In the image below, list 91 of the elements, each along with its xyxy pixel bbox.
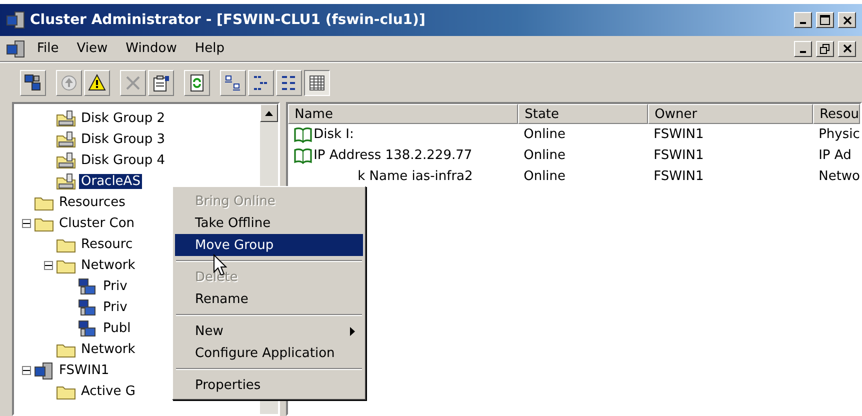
server-icon — [6, 11, 26, 29]
refresh-icon — [188, 74, 206, 92]
maximize-icon — [820, 15, 830, 25]
folder-drive-icon — [56, 131, 76, 148]
table-cell: Disk I: — [314, 127, 354, 142]
context-menu-item[interactable]: Properties — [175, 374, 363, 396]
servers-icon — [24, 74, 42, 92]
table-cell: IP Ad — [818, 148, 852, 163]
submenu-arrow-icon — [350, 326, 355, 336]
computers-icon — [78, 320, 98, 338]
tree-item[interactable]: OracleAS — [79, 174, 142, 189]
tree-item[interactable]: Disk Group 3 — [79, 132, 168, 147]
column-header[interactable]: Resou — [812, 104, 860, 124]
folder-icon — [34, 194, 54, 210]
properties-icon — [152, 74, 170, 92]
details-icon — [308, 74, 326, 92]
minimize-icon — [800, 22, 806, 24]
minimize-button[interactable] — [794, 40, 812, 56]
close-button[interactable] — [838, 40, 856, 56]
tree-item[interactable]: Resourc — [79, 237, 135, 252]
minus-icon — [23, 367, 30, 374]
menu-item[interactable]: View — [70, 39, 115, 58]
collapse-toggle[interactable] — [22, 366, 31, 375]
collapse-toggle[interactable] — [44, 261, 53, 270]
table-cell: Physic — [818, 127, 860, 142]
server-icon — [6, 40, 26, 58]
up-triangle-icon — [264, 110, 273, 116]
menu-item[interactable]: Help — [188, 39, 232, 58]
window-title: Cluster Administrator - [FSWIN-CLU1 (fswin-clu1)] — [30, 12, 426, 28]
folder-drive-icon — [56, 152, 76, 169]
computers-icon — [78, 278, 98, 296]
tree-item[interactable]: Priv — [101, 279, 130, 294]
tree-item[interactable]: Network — [79, 258, 138, 273]
menu-item[interactable]: Window — [118, 39, 184, 58]
restore-icon — [820, 44, 830, 54]
folder-drive-icon — [56, 110, 76, 127]
tree-item[interactable]: Publ — [101, 321, 133, 336]
table-cell: Online — [524, 169, 566, 184]
table-cell: IP Address 138.2.229.77 — [314, 148, 472, 163]
minimize-button[interactable] — [794, 12, 812, 28]
minus-icon — [45, 262, 52, 269]
tree-item[interactable]: Network — [79, 342, 138, 357]
tree-item[interactable]: FSWIN1 — [57, 363, 112, 378]
restore-button[interactable] — [816, 40, 834, 56]
context-menu-item[interactable]: Move Group — [175, 234, 363, 256]
folder-icon — [56, 258, 76, 274]
tree-item[interactable]: Disk Group 2 — [79, 111, 168, 126]
list-icon — [280, 74, 298, 92]
table-cell: Online — [524, 127, 566, 142]
minimize-icon — [800, 50, 806, 52]
minus-icon — [23, 220, 30, 227]
small-icons-icon — [252, 74, 270, 92]
tree-item[interactable]: Cluster Con — [57, 216, 137, 231]
column-header[interactable]: Owner — [648, 104, 813, 124]
menu-item[interactable]: File — [30, 39, 66, 58]
tree-item[interactable]: Priv — [101, 300, 130, 315]
table-cell: FSWIN1 — [654, 148, 704, 163]
column-header[interactable]: Name — [288, 104, 518, 124]
tree-item[interactable]: Disk Group 4 — [79, 153, 168, 168]
scroll-up-button[interactable] — [260, 104, 278, 122]
close-icon — [842, 16, 852, 24]
context-menu-item[interactable]: Take Offline — [175, 212, 363, 234]
folder-drive-icon — [56, 173, 76, 190]
folder-icon — [56, 342, 76, 358]
close-button[interactable] — [838, 12, 856, 28]
book-icon — [294, 148, 312, 164]
table-cell: FSWIN1 — [654, 127, 704, 142]
context-menu-item[interactable]: Rename — [175, 288, 363, 310]
close-icon — [842, 44, 852, 53]
x-icon — [124, 74, 142, 92]
tree-item[interactable]: Resources — [57, 195, 128, 210]
collapse-toggle[interactable] — [22, 219, 31, 228]
table-cell: Online — [524, 148, 566, 163]
table-cell: Netwo — [818, 169, 860, 184]
large-icons-icon — [224, 74, 242, 92]
column-header[interactable]: State — [518, 104, 648, 124]
up-arrow-circle-icon — [60, 74, 78, 92]
computers-icon — [78, 298, 98, 316]
tree-item[interactable]: Active G — [79, 384, 138, 399]
folder-icon — [56, 384, 76, 400]
warning-icon — [88, 74, 106, 92]
folder-icon — [34, 216, 54, 232]
toolbar-button[interactable] — [304, 70, 330, 96]
folder-icon — [56, 236, 76, 252]
table-cell: FSWIN1 — [654, 169, 704, 184]
context-menu-item[interactable]: Configure Application — [175, 342, 363, 364]
table-cell: k Name ias-infra2 — [358, 169, 473, 184]
maximize-button[interactable] — [816, 12, 834, 28]
context-menu-item[interactable]: New — [175, 320, 363, 342]
book-icon — [294, 126, 312, 142]
server-icon — [34, 362, 54, 380]
